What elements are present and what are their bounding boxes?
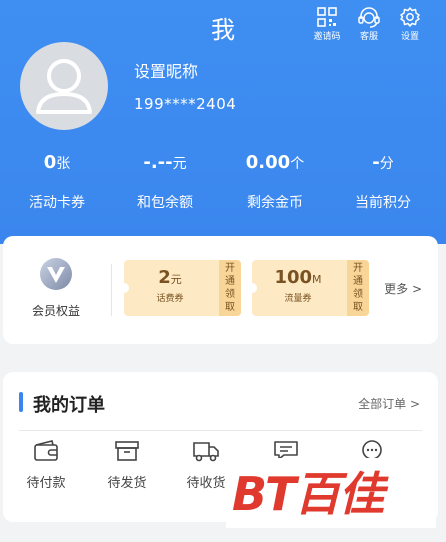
section-accent-bar	[19, 392, 23, 412]
stat-label: 和包余额	[137, 195, 193, 211]
divider	[19, 430, 422, 431]
wallet-icon	[34, 440, 58, 461]
stat-unit: 元	[172, 156, 187, 172]
member-benefits-label: 会员权益	[31, 304, 80, 318]
stat-value: -.--	[143, 152, 173, 173]
more-label: 更多	[384, 282, 409, 296]
coupon-amount: 2	[158, 267, 171, 288]
settings-button[interactable]: 设置	[390, 6, 430, 42]
stat-value: -	[372, 152, 380, 173]
chevron-right-icon: >	[411, 282, 422, 296]
claim-char: 通	[225, 276, 235, 287]
profile-header: 我 邀请码 客服 设置 设置昵称 199****2404 0张 活动卡券 -.-…	[0, 0, 446, 244]
customer-service-button[interactable]: 客服	[349, 6, 389, 42]
claim-char: 领	[225, 289, 235, 300]
coupon-name: 话费券	[156, 294, 184, 304]
stat-unit: 张	[56, 156, 71, 172]
claim-char: 开	[353, 263, 363, 274]
invite-code-button[interactable]: 邀请码	[307, 6, 347, 42]
customer-service-label: 客服	[359, 32, 378, 42]
stat-coins[interactable]: 0.00个 剩余金币	[220, 152, 330, 212]
stat-points[interactable]: -分 当前积分	[328, 152, 438, 212]
claim-char: 通	[353, 276, 363, 287]
coupon-phone-credit[interactable]: 2元 话费券 开 通 领 取	[119, 260, 241, 316]
orders-title: 我的订单	[33, 395, 105, 416]
invite-code-label: 邀请码	[313, 32, 341, 42]
watermark-logo: BT百佳	[226, 458, 436, 528]
chevron-right-icon: >	[409, 397, 420, 411]
order-pending-shipment[interactable]: 待发货	[92, 438, 162, 491]
watermark-text: BT百佳	[232, 467, 384, 521]
avatar[interactable]	[20, 42, 108, 130]
member-badge-icon	[40, 258, 72, 290]
settings-gear-icon	[400, 7, 420, 27]
delivery-truck-icon	[193, 442, 219, 462]
more-benefits-link[interactable]: 更多 >	[384, 280, 422, 297]
coupon-claim-button[interactable]: 开 通 领 取	[347, 260, 369, 316]
member-benefits-card: 会员权益 2元 话费券 开 通 领 取 100M 流量券 开 通 领 取 更多 …	[3, 236, 438, 344]
all-orders-link[interactable]: 全部订单 >	[358, 395, 420, 412]
coupon-unit: 元	[170, 273, 182, 286]
claim-char: 取	[225, 302, 235, 313]
claim-char: 开	[225, 263, 235, 274]
stat-label: 剩余金币	[247, 195, 303, 211]
stat-label: 活动卡券	[29, 195, 85, 211]
set-nickname-link[interactable]: 设置昵称	[134, 58, 198, 82]
order-pending-payment[interactable]: 待付款	[11, 438, 81, 491]
qr-code-icon	[317, 7, 337, 27]
default-user-icon	[36, 59, 92, 114]
stat-unit: 分	[379, 156, 394, 172]
claim-char: 领	[353, 289, 363, 300]
stat-balance[interactable]: -.--元 和包余额	[110, 152, 220, 212]
coupon-claim-button[interactable]: 开 通 领 取	[219, 260, 241, 316]
stat-unit: 个	[290, 156, 305, 172]
order-item-label: 待发货	[107, 476, 147, 491]
stat-value: 0	[43, 152, 57, 173]
settings-label: 设置	[400, 32, 419, 42]
coupon-amount: 100	[274, 267, 313, 288]
stat-label: 当前积分	[355, 195, 411, 211]
stat-coupons[interactable]: 0张 活动卡券	[2, 152, 112, 212]
phone-number: 199****2404	[134, 95, 237, 113]
coupon-unit: M	[312, 273, 322, 286]
claim-char: 取	[353, 302, 363, 313]
package-box-icon	[115, 441, 139, 461]
coupon-data-traffic[interactable]: 100M 流量券 开 通 领 取	[247, 260, 369, 316]
coupon-name: 流量券	[284, 294, 312, 304]
order-item-label: 待付款	[26, 476, 66, 491]
all-orders-label: 全部订单	[358, 397, 407, 411]
member-benefits-button[interactable]: 会员权益	[21, 256, 91, 319]
stat-value: 0.00	[245, 152, 291, 173]
divider	[111, 264, 112, 316]
customer-service-icon	[358, 7, 380, 28]
